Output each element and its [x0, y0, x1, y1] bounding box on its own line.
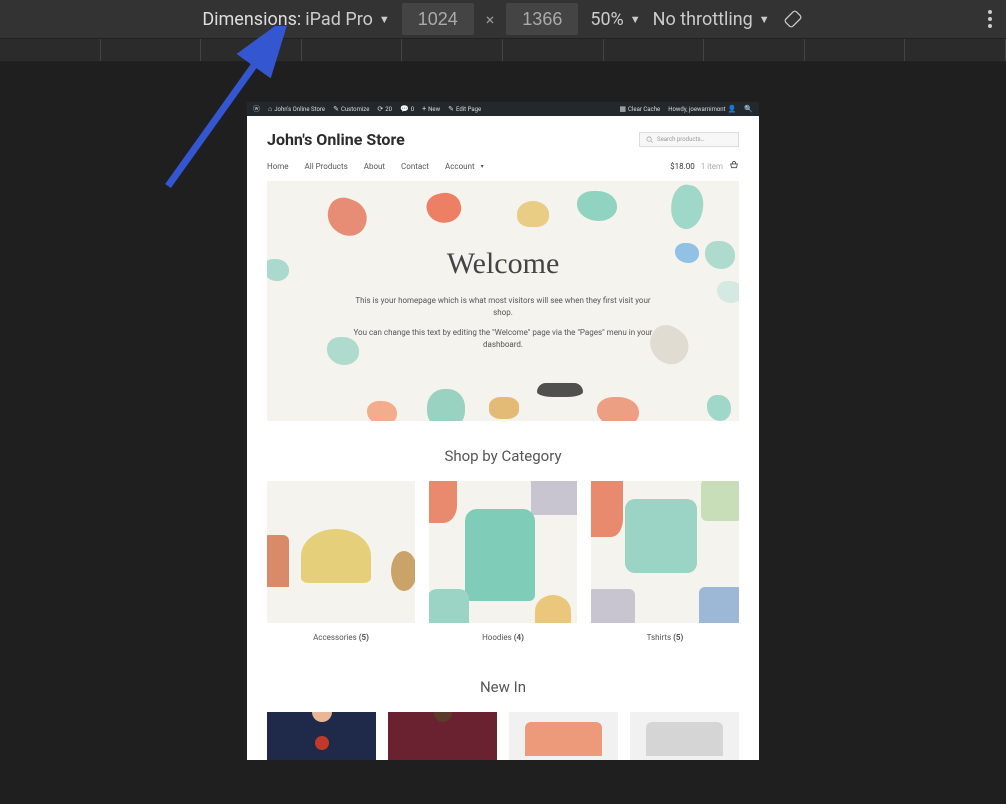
cart-icon[interactable]	[729, 161, 739, 171]
wp-logo-icon[interactable]: ⓦ	[253, 104, 260, 114]
throttle-dropdown[interactable]: No throttling ▼	[653, 9, 770, 30]
hero-banner: Welcome This is your homepage which is w…	[267, 181, 739, 421]
width-input[interactable]	[402, 3, 474, 35]
category-accessories[interactable]: Accessories (5)	[267, 481, 415, 652]
rotate-icon[interactable]	[782, 8, 804, 30]
times-separator: ×	[486, 10, 495, 29]
wp-new-link[interactable]: +New	[422, 105, 440, 113]
throttle-value: No throttling	[653, 9, 753, 30]
site-nav: Home All Products About Contact Account▾…	[247, 149, 759, 181]
search-icon	[646, 136, 653, 143]
chevron-down-icon: ▾	[481, 163, 484, 170]
height-input[interactable]	[506, 3, 578, 35]
nav-all-products[interactable]: All Products	[305, 162, 348, 171]
category-tshirts[interactable]: Tshirts (5)	[591, 481, 739, 652]
wp-search-icon[interactable]: 🔍	[744, 105, 753, 113]
nav-contact[interactable]: Contact	[401, 162, 429, 171]
shop-by-category-title: Shop by Category	[247, 447, 759, 465]
chevron-down-icon: ▼	[630, 13, 641, 26]
category-label: Accessories (5)	[267, 623, 415, 652]
new-in-title: New In	[247, 678, 759, 696]
wp-updates-link[interactable]: ⟳20	[377, 105, 392, 113]
nav-account[interactable]: Account▾	[445, 162, 484, 171]
device-viewport: ⓦ ⌂John's Online Store ✎Customize ⟳20 💬0…	[0, 62, 1006, 804]
device-name: iPad Pro	[305, 9, 373, 30]
hero-text-1: This is your homepage which is what most…	[347, 295, 659, 319]
nav-about[interactable]: About	[364, 162, 385, 171]
zoom-dropdown[interactable]: 50% ▼	[590, 9, 640, 30]
device-toolbar: Dimensions: iPad Pro ▼ × 50% ▼ No thrott…	[0, 0, 1006, 38]
wp-site-link[interactable]: ⌂John's Online Store	[268, 105, 325, 113]
category-grid: Accessories (5) Hoodies (4) Tshirts (5)	[247, 481, 759, 652]
product-card[interactable]	[388, 712, 497, 760]
dimensions-label: Dimensions:	[202, 9, 301, 30]
cart-total: $18.00	[670, 162, 695, 171]
site-title: John's Online Store	[267, 130, 405, 149]
wp-edit-page-link[interactable]: ✎Edit Page	[448, 105, 481, 113]
more-options-icon[interactable]	[988, 10, 992, 28]
cart-count: 1 item	[701, 162, 723, 171]
wp-howdy[interactable]: Howdy, joewarnimont👤	[668, 105, 736, 113]
wp-clear-cache-link[interactable]: ▦Clear Cache	[619, 105, 660, 113]
hero-title: Welcome	[447, 247, 560, 281]
search-placeholder: Search products…	[657, 136, 705, 143]
ruler-strip	[0, 38, 1006, 62]
site-header: John's Online Store Search products…	[247, 116, 759, 149]
category-image	[267, 481, 415, 623]
wp-customize-link[interactable]: ✎Customize	[333, 105, 369, 113]
simulated-page: ⓦ ⌂John's Online Store ✎Customize ⟳20 💬0…	[247, 102, 759, 760]
category-label: Tshirts (5)	[591, 623, 739, 652]
zoom-value: 50%	[590, 9, 623, 30]
wp-comments-link[interactable]: 💬0	[400, 105, 414, 113]
chevron-down-icon: ▼	[379, 13, 390, 26]
nav-home[interactable]: Home	[267, 162, 289, 171]
product-card[interactable]	[630, 712, 739, 760]
chevron-down-icon: ▼	[759, 13, 770, 26]
wp-admin-bar: ⓦ ⌂John's Online Store ✎Customize ⟳20 💬0…	[247, 102, 759, 116]
product-card[interactable]	[509, 712, 618, 760]
hero-text-2: You can change this text by editing the …	[347, 327, 659, 351]
product-card[interactable]	[267, 712, 376, 760]
category-label: Hoodies (4)	[429, 623, 577, 652]
category-image	[429, 481, 577, 623]
search-input[interactable]: Search products…	[639, 132, 739, 147]
category-hoodies[interactable]: Hoodies (4)	[429, 481, 577, 652]
category-image	[591, 481, 739, 623]
device-select-dropdown[interactable]: Dimensions: iPad Pro ▼	[202, 9, 389, 30]
new-in-grid	[247, 712, 759, 760]
